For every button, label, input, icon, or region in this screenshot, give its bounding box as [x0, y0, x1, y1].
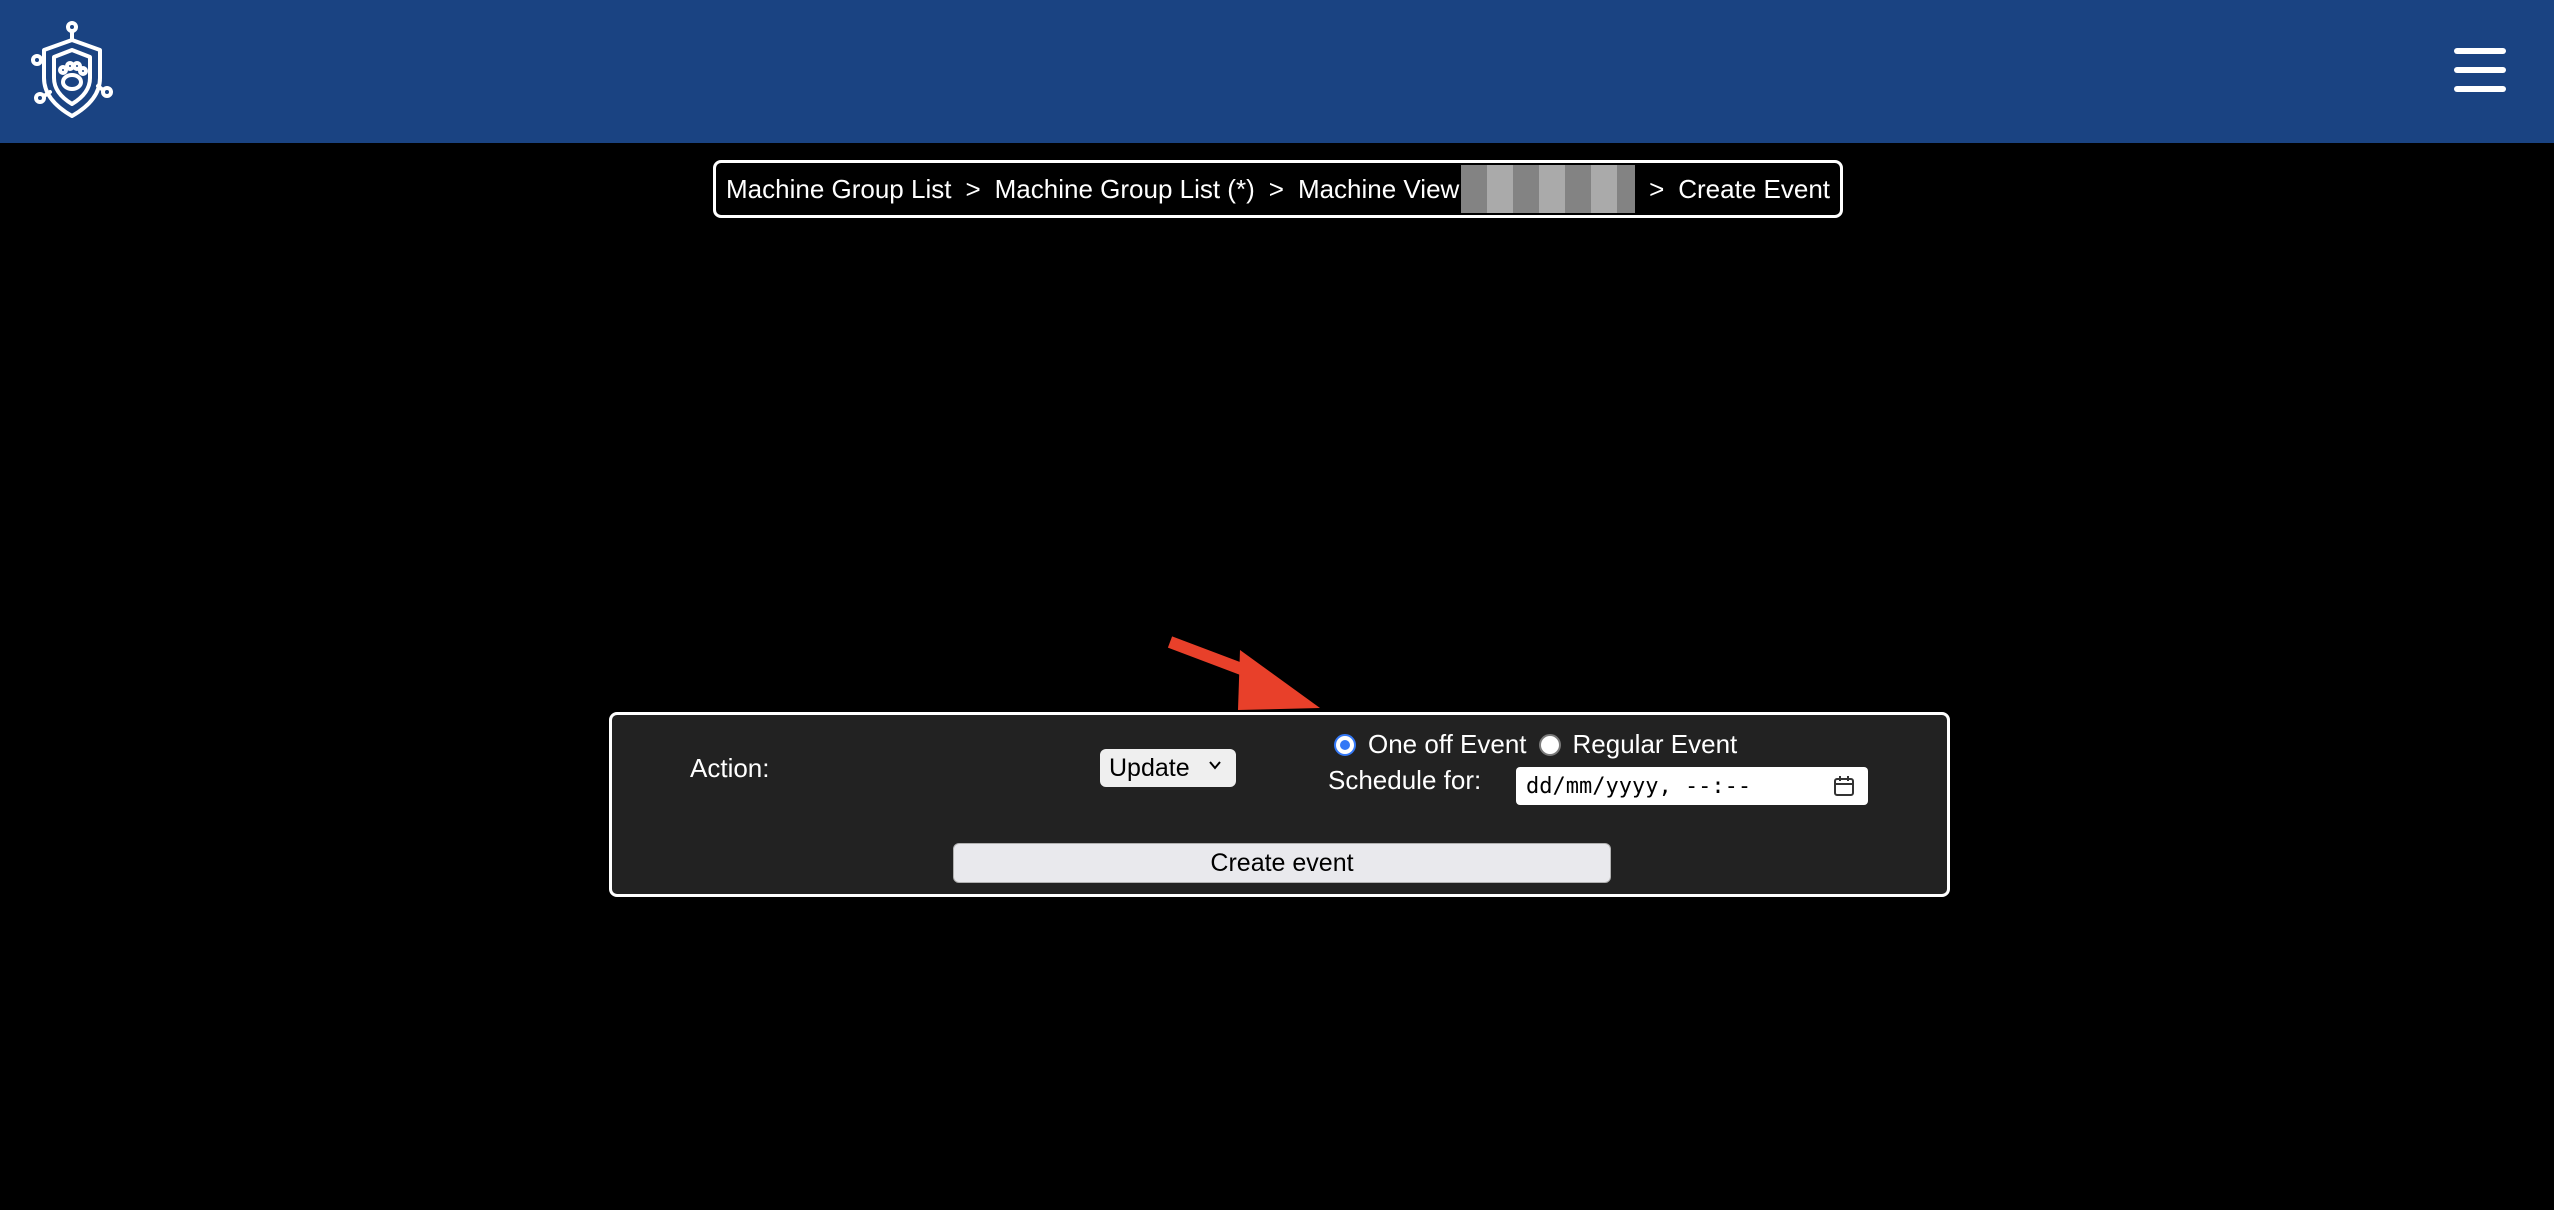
event-type-radio-group: One off Event Regular Event — [1334, 729, 1749, 760]
regular-event-label[interactable]: Regular Event — [1573, 729, 1738, 760]
one-off-event-radio[interactable] — [1334, 733, 1356, 756]
action-select[interactable]: Update — [1100, 749, 1236, 787]
create-event-button[interactable]: Create event — [953, 843, 1611, 883]
top-navigation-bar — [0, 0, 2554, 143]
breadcrumb-machine-group-list[interactable]: Machine Group List — [726, 174, 951, 205]
create-event-form: Action: Update One off Event Regular Eve… — [609, 712, 1950, 897]
breadcrumb-machine-group-list-filtered[interactable]: Machine Group List (*) — [995, 174, 1255, 205]
breadcrumb-machine-view[interactable]: Machine View — [1298, 174, 1459, 205]
shield-paw-icon[interactable] — [30, 20, 114, 122]
breadcrumb-separator: > — [1649, 173, 1665, 204]
calendar-icon[interactable] — [1832, 774, 1856, 798]
hamburger-menu-icon[interactable] — [2450, 44, 2510, 96]
action-label: Action: — [690, 753, 770, 783]
breadcrumb-separator: > — [1268, 173, 1284, 204]
breadcrumb-create-event: Create Event — [1678, 173, 1830, 204]
schedule-label: Schedule for: — [1328, 765, 1482, 795]
one-off-event-label[interactable]: One off Event — [1368, 729, 1527, 760]
breadcrumb: Machine Group List > Machine Group List … — [713, 160, 1843, 218]
breadcrumb-separator: > — [965, 173, 981, 204]
chevron-down-icon — [1209, 761, 1221, 770]
schedule-datetime-input[interactable]: dd/mm/yyyy, --:-- — [1516, 767, 1868, 805]
annotation-arrow-icon — [1167, 636, 1320, 710]
schedule-datetime-placeholder: dd/mm/yyyy, --:-- — [1526, 773, 1752, 799]
redacted-machine-name — [1461, 165, 1636, 213]
action-select-value: Update — [1109, 753, 1190, 782]
regular-event-radio[interactable] — [1538, 733, 1561, 756]
